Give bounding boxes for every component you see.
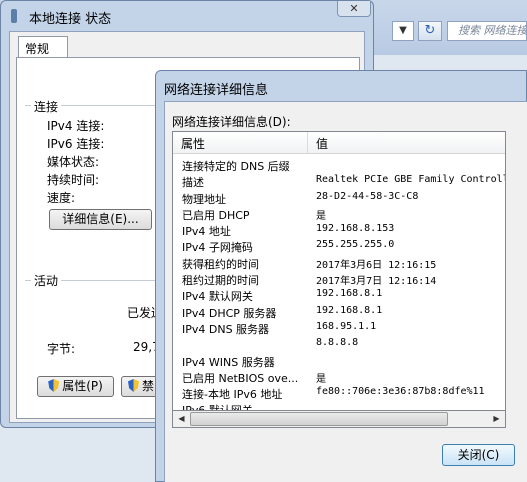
details-dialog-title: 网络连接详细信息 [164,83,269,98]
duration-label: 持续时间: [47,173,100,187]
property-value: 28-D2-44-58-3C-C8 [316,190,419,202]
property-name: IPv4 WINS 服务器 [182,355,275,369]
property-name: IPv4 DNS 服务器 [182,322,270,336]
scroll-right-icon[interactable]: ▶ [488,411,505,427]
list-item[interactable]: IPv4 DHCP 服务器 192.168.8.1 [173,304,505,320]
details-listview[interactable]: 属性 值 连接特定的 DNS 后缀 描述 Realtek PCIe GBE Fam… [172,131,506,411]
property-name: 租约过期的时间 [182,274,259,288]
column-header-property[interactable]: 属性 [181,135,205,152]
tab-general[interactable]: 常规 [18,36,68,58]
list-item[interactable]: IPv4 子网掩码 255.255.255.0 [173,238,505,254]
properties-button[interactable]: 属性(P) [37,376,114,397]
property-name: 已启用 NetBIOS ove... [182,371,299,385]
address-dropdown-icon[interactable]: ▼ [392,21,414,41]
property-value: 168.95.1.1 [316,320,377,332]
status-window-titlebar[interactable]: 本地连接 状态 ✕ [1,1,373,31]
property-name: 连接特定的 DNS 后缀 [182,160,290,173]
speed-label: 速度: [47,191,76,205]
network-adapter-icon [11,9,17,23]
property-value: 2017年3月6日 12:16:15 [316,259,437,271]
refresh-icon[interactable]: ↻ [418,21,442,41]
list-item[interactable]: 获得租约的时间 2017年3月6日 12:16:15 [173,255,505,271]
list-item[interactable]: 描述 Realtek PCIe GBE Family Controller [173,173,505,189]
list-item[interactable]: 物理地址 28-D2-44-58-3C-C8 [173,190,505,206]
list-item[interactable]: IPv6 默认网关 [173,401,505,411]
properties-button-label: 属性(P) [62,379,103,393]
list-item[interactable]: 连接特定的 DNS 后缀 [173,157,505,173]
list-item[interactable]: 已启用 NetBIOS ove... 是 [173,369,505,385]
property-value: 2017年3月7日 12:16:14 [316,276,437,288]
property-value: Realtek PCIe GBE Family Controller [316,174,506,186]
horizontal-scrollbar[interactable]: ◀ ▶ [172,411,506,428]
property-name: IPv4 子网掩码 [182,241,253,255]
list-item[interactable]: IPv4 WINS 服务器 [173,353,505,369]
property-value: 是 [316,210,326,222]
property-name: 获得租约的时间 [182,257,259,271]
status-window-title: 本地连接 状态 [29,12,112,27]
property-name: 物理地址 [182,192,226,206]
media-state-label: 媒体状态: [47,155,100,169]
details-list-label: 网络连接详细信息(D): [172,115,291,129]
property-value: 192.168.8.153 [316,223,395,235]
disable-button-label: 禁 [142,379,155,393]
bytes-label: 字节: [47,342,76,356]
uac-shield-icon [128,379,139,392]
property-value: fe80::706e:3e36:87b8:8dfe%11 [316,386,485,398]
connection-group-title: 连接 [31,98,62,115]
list-item[interactable]: 租约过期的时间 2017年3月7日 12:16:14 [173,271,505,287]
list-item[interactable]: 8.8.8.8 [173,336,505,352]
close-button[interactable]: 关闭(C) [442,444,515,466]
details-button[interactable]: 详细信息(E)... [49,209,152,230]
uac-shield-icon [48,379,60,392]
property-name: 连接-本地 IPv6 地址 [182,388,283,402]
details-rows: 连接特定的 DNS 后缀 描述 Realtek PCIe GBE Family C… [173,157,505,411]
list-item[interactable]: IPv4 DNS 服务器 168.95.1.1 [173,320,505,336]
property-name: IPv4 地址 [182,225,231,239]
list-item[interactable]: 连接-本地 IPv6 地址 fe80::706e:3e36:87b8:8dfe%1… [173,385,505,401]
close-icon[interactable]: ✕ [337,1,371,17]
list-item[interactable]: IPv4 默认网关 192.168.8.1 [173,287,505,303]
ipv4-connectivity-label: IPv4 连接: [47,119,105,133]
list-header: 属性 值 [173,132,505,154]
activity-group-title: 活动 [31,272,62,289]
property-value: 8.8.8.8 [316,337,359,349]
property-name: IPv4 DHCP 服务器 [182,306,277,320]
search-input[interactable]: 搜索 网络连接 [447,21,527,41]
property-value: 192.168.8.1 [316,288,383,300]
property-name: 描述 [182,176,204,190]
list-item[interactable]: 已启用 DHCP 是 [173,206,505,222]
property-value: 255.255.255.0 [316,239,395,251]
property-name: IPv6 默认网关 [182,404,253,411]
ipv6-connectivity-label: IPv6 连接: [47,137,105,151]
details-dialog-client: 网络连接详细信息(D): 属性 值 连接特定的 DNS 后缀 描述 Realtek… [164,101,527,482]
scrollbar-thumb[interactable] [190,412,448,426]
property-value: 192.168.8.1 [316,304,383,316]
list-item[interactable]: IPv4 地址 192.168.8.153 [173,222,505,238]
scroll-left-icon[interactable]: ◀ [173,411,190,427]
network-details-dialog: 网络连接详细信息 网络连接详细信息(D): 属性 值 连接特定的 DNS 后缀 … [155,70,527,482]
column-separator[interactable] [307,132,308,153]
property-value: 是 [316,373,326,385]
property-name: 已启用 DHCP [182,208,250,222]
property-name: IPv4 默认网关 [182,290,253,304]
column-header-value[interactable]: 值 [316,135,328,152]
